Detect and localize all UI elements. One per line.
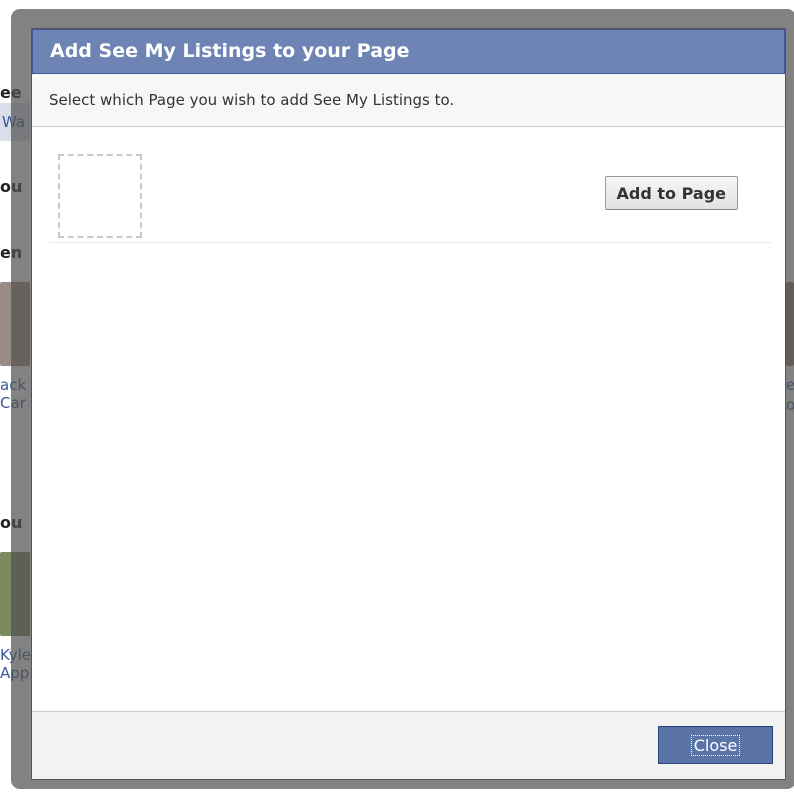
add-to-page-dialog: Add See My Listings to your Page Select … — [31, 28, 786, 780]
dialog-subtitle: Select which Page you wish to add See My… — [32, 74, 785, 127]
dialog-title: Add See My Listings to your Page — [32, 29, 785, 74]
close-button[interactable]: Close — [658, 726, 773, 764]
page-thumbnail-placeholder — [58, 154, 142, 238]
dialog-footer: Close — [32, 711, 785, 779]
page-list-item: Add to Page — [49, 152, 771, 243]
dialog-body: Add to Page — [32, 127, 785, 712]
add-to-page-button[interactable]: Add to Page — [604, 176, 738, 210]
close-button-label: Close — [690, 734, 741, 756]
